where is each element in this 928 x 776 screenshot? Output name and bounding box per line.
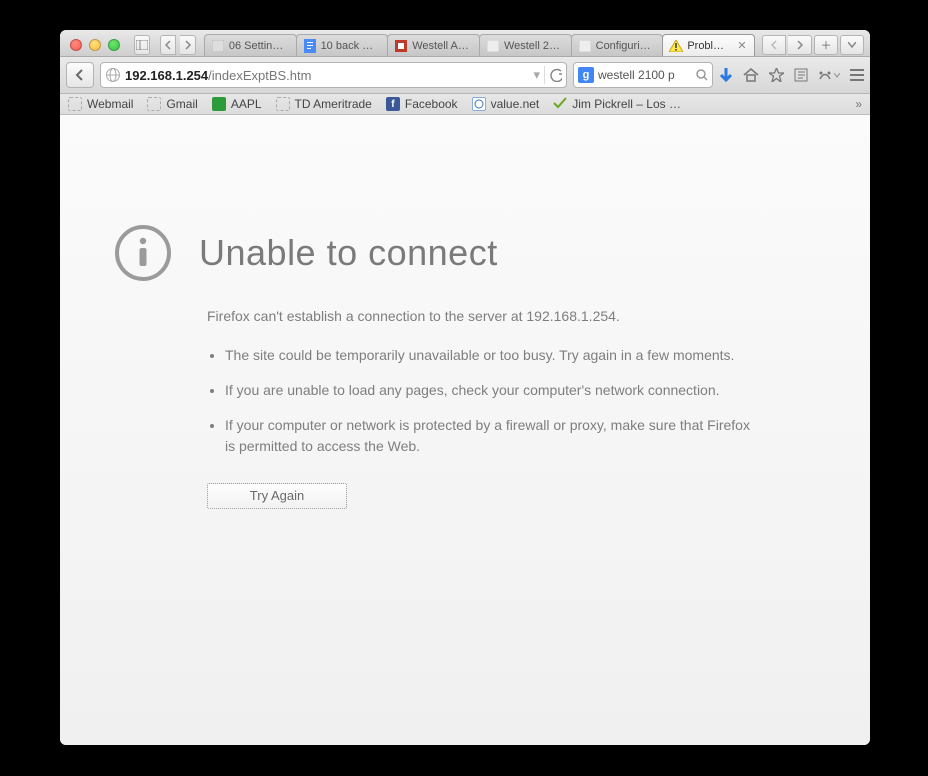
tab-close-button[interactable]: ✕ xyxy=(736,40,748,52)
generic-favicon xyxy=(486,39,500,53)
tab-label: Westell A… xyxy=(412,40,473,52)
titlebar: 06 Settin… 10 back … Westell A… Westell … xyxy=(60,30,870,57)
window-controls xyxy=(70,39,120,51)
warning-icon xyxy=(669,39,683,53)
bookmark-label: Facebook xyxy=(405,97,458,111)
bookmark-jim-pickrell[interactable]: Jim Pickrell – Los … xyxy=(553,97,681,111)
generic-favicon xyxy=(211,39,225,53)
url-host: 192.168.1.254 xyxy=(125,68,208,83)
reload-button[interactable] xyxy=(544,66,562,84)
window-minimize-button[interactable] xyxy=(89,39,101,51)
error-title: Unable to connect xyxy=(199,232,498,274)
downloads-button[interactable] xyxy=(719,67,733,83)
url-text: 192.168.1.254/indexExptBS.htm xyxy=(125,68,529,83)
doc-icon xyxy=(472,97,486,111)
error-suggestions: The site could be temporarily unavailabl… xyxy=(207,345,755,457)
bookmark-label: Jim Pickrell – Los … xyxy=(572,97,681,111)
window-close-button[interactable] xyxy=(70,39,82,51)
check-icon xyxy=(553,97,567,111)
gdoc-favicon xyxy=(303,39,317,53)
bookmark-td-ameritrade[interactable]: TD Ameritrade xyxy=(276,97,372,111)
navbar: 192.168.1.254/indexExptBS.htm ▾ g westel… xyxy=(60,57,870,94)
bookmark-valuenet[interactable]: value.net xyxy=(472,97,540,111)
bookmark-generic-icon xyxy=(147,97,161,111)
tab-configuring[interactable]: Configuring t… xyxy=(571,34,664,56)
home-button[interactable] xyxy=(743,68,759,82)
new-tab-button[interactable]: ＋ xyxy=(814,35,838,55)
bookmark-aapl-icon xyxy=(212,97,226,111)
bookmarks-overflow-button[interactable]: » xyxy=(855,97,862,111)
bookmark-aapl[interactable]: AAPL xyxy=(212,97,262,111)
try-again-button[interactable]: Try Again xyxy=(207,483,347,509)
error-bullet: If you are unable to load any pages, che… xyxy=(225,380,755,401)
search-bar[interactable]: g westell 2100 p xyxy=(573,62,713,88)
back-button[interactable] xyxy=(66,62,94,88)
error-bullet: If your computer or network is protected… xyxy=(225,415,755,457)
bookmark-facebook[interactable]: f Facebook xyxy=(386,97,458,111)
bookmark-label: AAPL xyxy=(231,97,262,111)
browser-window: 06 Settin… 10 back … Westell A… Westell … xyxy=(60,30,870,745)
tab-westell-2200[interactable]: Westell 2200… xyxy=(479,34,572,56)
url-bar[interactable]: 192.168.1.254/indexExptBS.htm ▾ xyxy=(100,62,567,88)
tab-10-back[interactable]: 10 back … xyxy=(296,34,389,56)
bookmark-generic-icon xyxy=(68,97,82,111)
tab-overflow-back[interactable] xyxy=(762,35,786,55)
search-text: westell 2100 p xyxy=(598,68,692,82)
page-content: Unable to connect Firefox can't establis… xyxy=(60,115,870,745)
tab-problem-loading[interactable]: Probl… ✕ xyxy=(662,34,755,56)
tab-label: Probl… xyxy=(687,40,732,52)
search-icon[interactable] xyxy=(696,69,708,81)
tab-overflow-forward[interactable] xyxy=(788,35,812,55)
menu-button[interactable] xyxy=(850,69,864,81)
tab-nav-forward-button[interactable] xyxy=(180,35,196,55)
bookmark-label: TD Ameritrade xyxy=(295,97,372,111)
tab-westell-a[interactable]: Westell A… xyxy=(387,34,480,56)
info-icon xyxy=(115,225,171,281)
history-dropdown-icon[interactable]: ▾ xyxy=(533,67,540,83)
all-tabs-button[interactable] xyxy=(840,35,864,55)
toolbar-icons xyxy=(719,67,864,83)
google-icon: g xyxy=(578,67,594,83)
tab-nav-back-button[interactable] xyxy=(160,35,176,55)
reading-list-button[interactable] xyxy=(794,68,808,82)
error-container: Unable to connect Firefox can't establis… xyxy=(115,225,755,509)
globe-icon xyxy=(105,67,121,83)
superuser-favicon xyxy=(394,39,408,53)
addon-button[interactable] xyxy=(818,69,840,81)
error-description: Firefox can't establish a connection to … xyxy=(207,306,755,327)
generic-favicon xyxy=(578,39,592,53)
error-bullet: The site could be temporarily unavailabl… xyxy=(225,345,755,366)
bookmark-label: value.net xyxy=(491,97,540,111)
tab-strip: 06 Settin… 10 back … Westell A… Westell … xyxy=(204,34,754,56)
tab-06-settings[interactable]: 06 Settin… xyxy=(204,34,297,56)
bookmark-label: Gmail xyxy=(166,97,197,111)
bookmarks-bar: Webmail Gmail AAPL TD Ameritrade f Faceb… xyxy=(60,94,870,115)
tab-label: 06 Settin… xyxy=(229,40,290,52)
tab-label: Configuring t… xyxy=(596,40,657,52)
bookmark-label: Webmail xyxy=(87,97,133,111)
tab-label: Westell 2200… xyxy=(504,40,565,52)
bookmark-gmail[interactable]: Gmail xyxy=(147,97,197,111)
tab-label: 10 back … xyxy=(321,40,382,52)
bookmark-webmail[interactable]: Webmail xyxy=(68,97,133,111)
url-path: /indexExptBS.htm xyxy=(208,68,311,83)
bookmark-star-button[interactable] xyxy=(769,68,784,82)
bookmark-generic-icon xyxy=(276,97,290,111)
sidebar-toggle-button[interactable] xyxy=(134,35,150,55)
facebook-icon: f xyxy=(386,97,400,111)
window-zoom-button[interactable] xyxy=(108,39,120,51)
